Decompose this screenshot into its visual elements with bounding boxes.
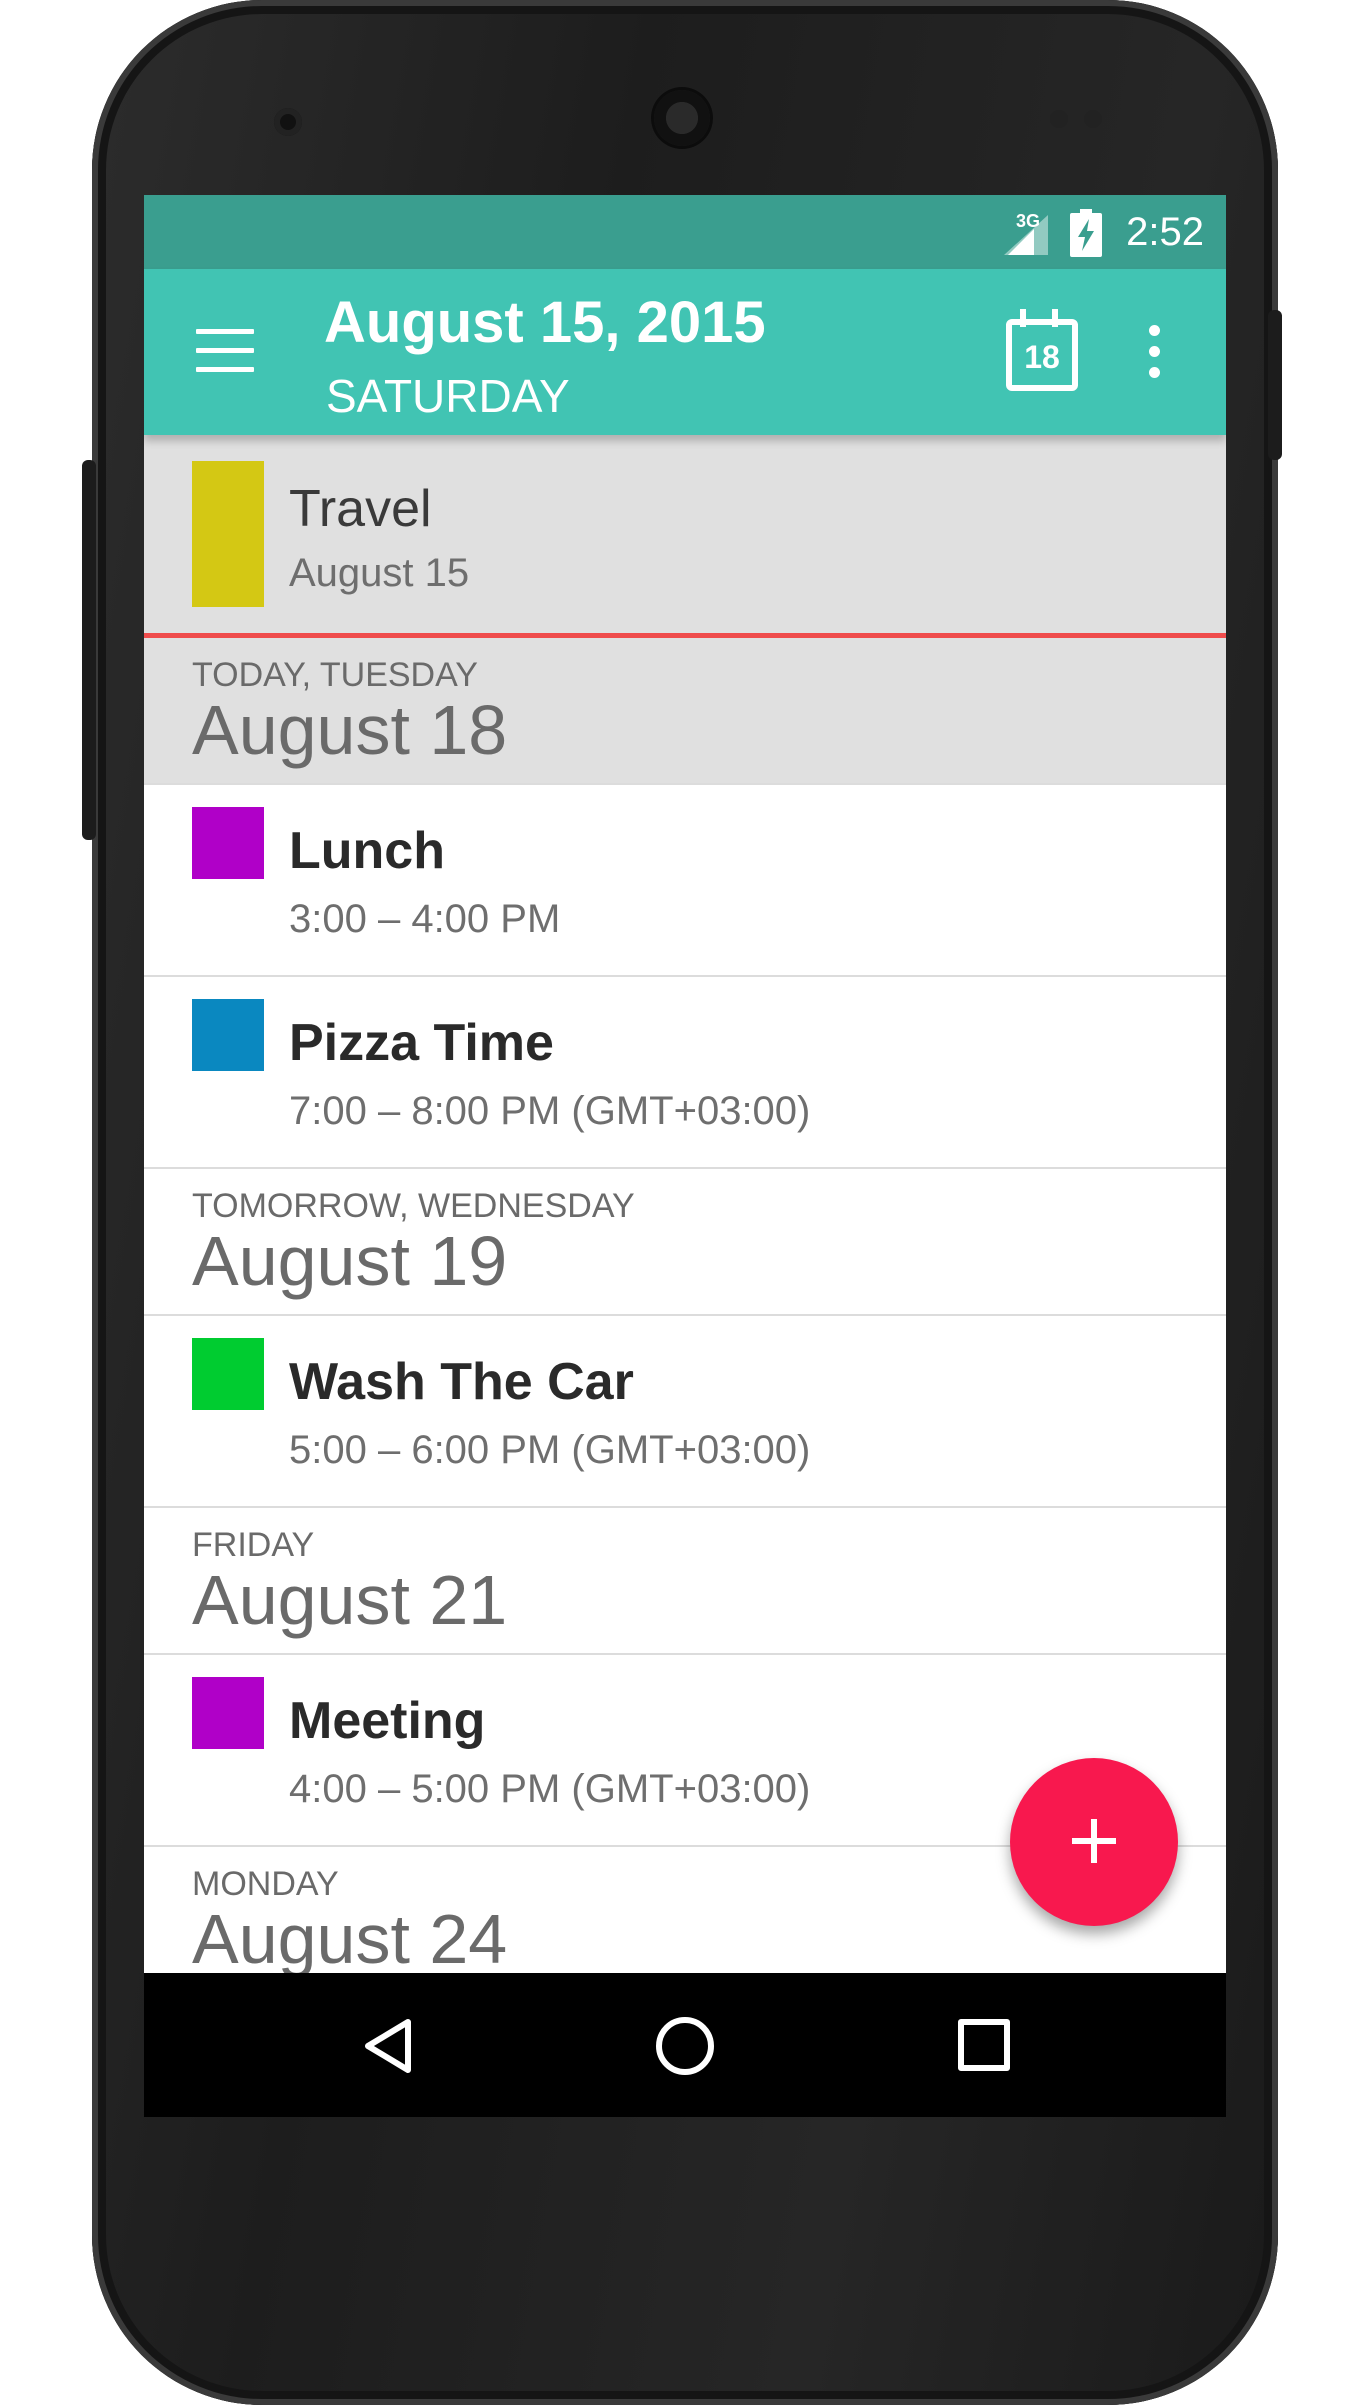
power-button [1268,310,1282,460]
screen: 3G 2:52 August 15, 2015 SATURDAY 18 Trav… [144,195,1226,2117]
event-color-chip [192,1338,264,1410]
overflow-menu-icon[interactable] [1144,325,1164,385]
day-date: August 18 [192,691,508,769]
event-color-chip [192,999,264,1071]
app-bar-subtitle: SATURDAY [326,370,570,422]
event-time: 3:00 – 4:00 PM [289,897,561,941]
day-header: FRIDAY August 21 [144,1508,1226,1655]
front-camera [274,108,302,136]
app-bar: August 15, 2015 SATURDAY 18 [144,269,1226,435]
menu-icon[interactable] [196,329,254,373]
event-title: Pizza Time [289,1014,554,1072]
event-title: Travel [289,480,432,538]
status-clock: 2:52 [1126,210,1204,254]
system-nav-bar [144,1973,1226,2117]
light-sensor [1084,110,1102,128]
recents-icon[interactable] [958,2019,1010,2071]
cell-signal-icon [1004,215,1048,255]
event-time: 5:00 – 6:00 PM (GMT+03:00) [289,1428,811,1472]
event-title: Meeting [289,1692,486,1750]
today-calendar-icon[interactable]: 18 [1006,309,1078,391]
day-date: August 21 [192,1561,508,1639]
event-time: 4:00 – 5:00 PM (GMT+03:00) [289,1767,811,1811]
day-date: August 19 [192,1222,508,1300]
event-title: Lunch [289,822,445,880]
earpiece-speaker [654,90,710,146]
battery-charging-icon [1070,209,1102,257]
calendar-day-number: 18 [1024,339,1060,375]
list-item-event[interactable]: Lunch 3:00 – 4:00 PM [144,785,1226,977]
event-color-chip [192,461,264,607]
back-icon[interactable] [362,2017,414,2075]
status-bar: 3G 2:52 [144,195,1226,269]
proximity-sensor [1050,110,1068,128]
app-bar-title: August 15, 2015 [324,290,766,355]
event-date: August 15 [289,551,470,595]
list-item-event[interactable]: Pizza Time 7:00 – 8:00 PM (GMT+03:00) [144,977,1226,1169]
agenda-list: Travel August 15 TODAY, TUESDAY August 1… [144,435,1226,1992]
event-color-chip [192,1677,264,1749]
volume-button [82,460,96,840]
add-event-button[interactable] [1010,1758,1178,1926]
day-date: August 24 [192,1900,508,1978]
home-icon[interactable] [656,2017,714,2075]
list-item-event[interactable]: Wash The Car 5:00 – 6:00 PM (GMT+03:00) [144,1316,1226,1508]
day-header-today: TODAY, TUESDAY August 18 [144,638,1226,785]
event-time: 7:00 – 8:00 PM (GMT+03:00) [289,1089,811,1133]
event-title: Wash The Car [289,1353,634,1411]
list-item-past-event[interactable]: Travel August 15 [144,435,1226,638]
event-color-chip [192,807,264,879]
day-header: TOMORROW, WEDNESDAY August 19 [144,1169,1226,1316]
